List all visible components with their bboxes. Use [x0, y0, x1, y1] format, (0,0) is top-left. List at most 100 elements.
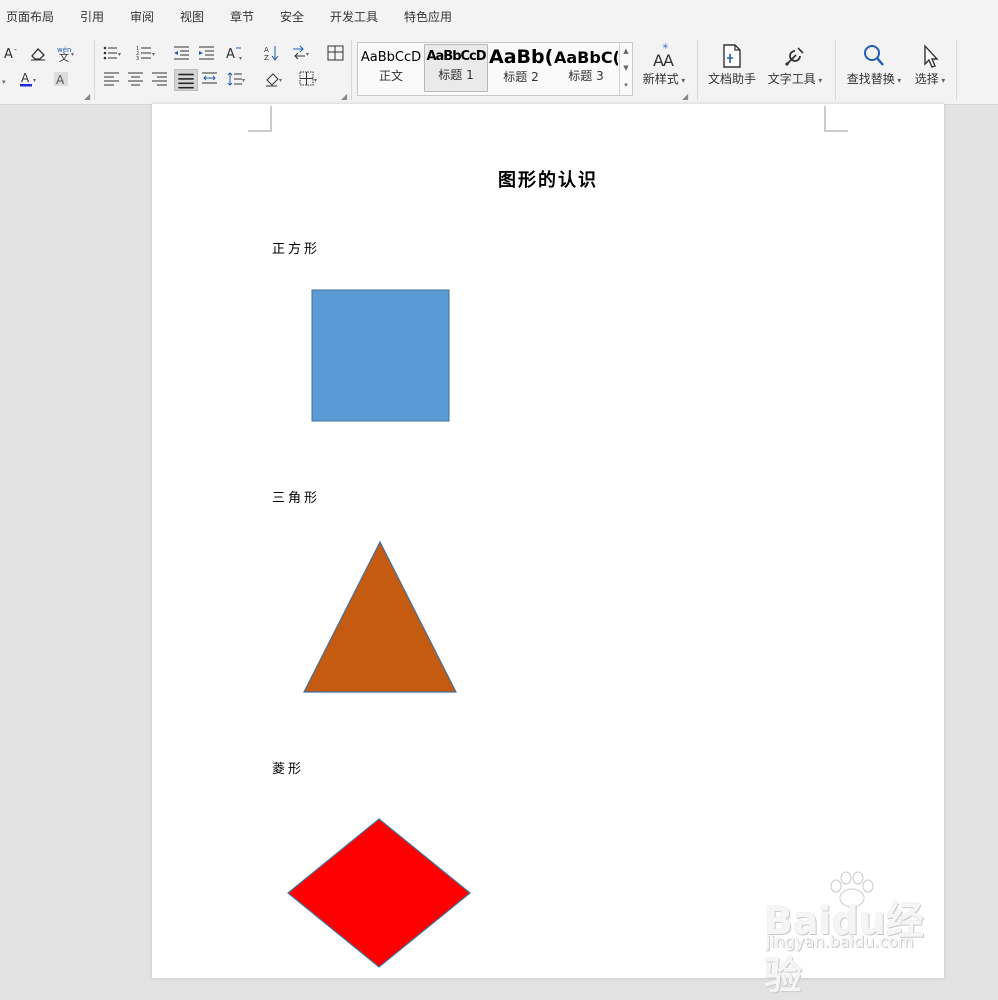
select-label: 选择 — [914, 72, 939, 86]
font-group-expand-icon[interactable]: ◢ — [84, 92, 90, 101]
menu-review[interactable]: 审阅 — [130, 8, 154, 25]
menu-view[interactable]: 视图 — [180, 8, 204, 25]
menu-section[interactable]: 章节 — [230, 8, 254, 25]
ribbon-separator — [956, 40, 957, 100]
dropdown-arrow-icon: ▾ — [938, 76, 946, 85]
margin-corner-mark — [248, 106, 272, 132]
decrease-font-icon[interactable]: A- — [2, 44, 22, 62]
borders-icon[interactable]: ▾ — [298, 70, 318, 88]
justify-icon[interactable] — [174, 69, 198, 91]
find-replace-label: 查找替换 — [846, 72, 895, 86]
select-button[interactable]: 选择 ▾ — [910, 42, 950, 87]
svg-text:A: A — [56, 73, 65, 87]
menu-developer-tools[interactable]: 开发工具 — [330, 8, 378, 25]
watermark-url: jingyan.baidu.com — [766, 932, 914, 951]
gallery-more-icon[interactable]: ▾ — [620, 77, 632, 94]
dropdown-arrow-icon: ▾ — [894, 76, 902, 85]
doc-helper-label: 文档助手 — [707, 72, 756, 86]
align-left-icon[interactable] — [102, 70, 122, 88]
sort-icon[interactable]: AZ — [262, 44, 282, 62]
svg-text:✳: ✳ — [662, 42, 669, 51]
menu-special-apps[interactable]: 特色应用 — [404, 8, 452, 25]
style-preview: AaBbC( — [554, 48, 618, 67]
svg-text:A: A — [226, 47, 235, 62]
text-tools-button[interactable]: 文字工具 ▾ — [764, 42, 826, 87]
text-direction-icon[interactable]: A ▾ — [224, 44, 244, 62]
style-preview: AaBb( — [489, 46, 553, 68]
eraser-icon[interactable] — [28, 44, 48, 62]
new-style-icon: ✳ A A — [650, 42, 678, 70]
square-shape[interactable] — [311, 289, 451, 423]
style-heading-2[interactable]: AaBb( 标题 2 — [489, 44, 553, 92]
bullet-list-icon[interactable]: ▾ — [102, 44, 122, 62]
style-group-expand-icon[interactable]: ◢ — [682, 92, 688, 101]
style-preview: AaBbCcD — [426, 49, 486, 64]
new-style-button[interactable]: ✳ A A 新样式 ▾ — [638, 42, 690, 87]
menu-page-layout[interactable]: 页面布局 — [6, 8, 54, 25]
margin-corner-mark — [824, 106, 848, 132]
distributed-align-icon[interactable] — [200, 70, 220, 88]
paragraph-group-expand-icon[interactable]: ◢ — [341, 92, 347, 101]
section-label-triangle[interactable]: 三角形 — [272, 487, 320, 506]
svg-text:▾: ▾ — [71, 51, 74, 58]
svg-text:3: 3 — [136, 56, 139, 62]
dropdown-arrow-icon: ▾ — [678, 76, 686, 85]
svg-text:-: - — [14, 45, 17, 54]
svg-text:文: 文 — [59, 51, 69, 62]
document-page[interactable]: 图形的认识 正方形 三角形 菱形 — [152, 104, 944, 978]
style-gallery: AaBbCcD 正文 AaBbCcD 标题 1 AaBb( 标题 2 AaBbC… — [357, 42, 633, 96]
svg-text:▾: ▾ — [279, 77, 282, 84]
character-shading-icon[interactable]: A — [52, 70, 72, 88]
style-heading-1[interactable]: AaBbCcD 标题 1 — [424, 44, 488, 92]
scroll-up-icon[interactable]: ▲ — [620, 43, 632, 60]
dropdown-arrow-icon[interactable]: ▾ — [0, 72, 20, 90]
style-label: 标题 1 — [438, 68, 474, 82]
ribbon-separator — [351, 40, 352, 100]
svg-text:▾: ▾ — [239, 55, 242, 62]
section-label-square[interactable]: 正方形 — [272, 238, 320, 257]
menu-references[interactable]: 引用 — [80, 8, 104, 25]
svg-text:Z: Z — [264, 54, 269, 62]
increase-indent-icon[interactable] — [197, 44, 217, 62]
numbered-list-icon[interactable]: 1 2 3 ▾ — [136, 44, 156, 62]
menu-bar: 页面布局 引用 审阅 视图 章节 安全 开发工具 特色应用 — [0, 0, 998, 34]
align-right-icon[interactable] — [150, 70, 170, 88]
font-color-icon[interactable]: A ▾ — [18, 70, 38, 88]
svg-text:▾: ▾ — [152, 51, 155, 58]
section-label-rhombus[interactable]: 菱形 — [272, 758, 304, 777]
style-label: 标题 3 — [568, 69, 604, 83]
decrease-indent-icon[interactable] — [172, 44, 192, 62]
doc-helper-button[interactable]: 文档助手 — [704, 42, 760, 87]
svg-text:▾: ▾ — [33, 77, 36, 84]
shading-fill-icon[interactable]: ▾ — [264, 70, 284, 88]
align-center-icon[interactable] — [126, 70, 146, 88]
cursor-arrow-icon — [916, 42, 944, 70]
ribbon-separator — [835, 40, 836, 100]
pinyin-guide-icon[interactable]: wén 文 ▾ — [56, 44, 76, 62]
baidu-watermark: Baidu经验 jingyan.baidu.com — [760, 870, 950, 998]
table-layout-icon[interactable] — [326, 44, 346, 62]
svg-text:▾: ▾ — [118, 51, 121, 58]
triangle-shape[interactable] — [302, 540, 458, 694]
svg-text:▾: ▾ — [242, 77, 245, 84]
document-title[interactable]: 图形的认识 — [152, 166, 944, 192]
scroll-down-icon[interactable]: ▼ — [620, 60, 632, 77]
style-heading-3[interactable]: AaBbC( 标题 3 — [554, 44, 618, 92]
find-replace-button[interactable]: 查找替换 ▾ — [843, 42, 905, 87]
line-spacing-icon[interactable]: ▾ — [226, 70, 246, 88]
line-spacing-swap-icon[interactable]: ▾ — [290, 44, 310, 62]
style-gallery-scrollbar[interactable]: ▲ ▼ ▾ — [619, 43, 632, 95]
new-style-label: 新样式 — [642, 72, 679, 86]
svg-text:▾: ▾ — [314, 77, 317, 84]
rhombus-shape[interactable] — [286, 817, 472, 969]
dropdown-arrow-icon: ▾ — [815, 76, 823, 85]
svg-text:A: A — [21, 71, 30, 85]
menu-security[interactable]: 安全 — [280, 8, 304, 25]
style-label: 标题 2 — [503, 70, 539, 84]
ribbon-separator — [94, 40, 95, 100]
style-normal[interactable]: AaBbCcD 正文 — [359, 44, 423, 92]
style-label: 正文 — [378, 69, 403, 83]
document-assistant-icon — [718, 42, 746, 70]
style-preview: AaBbCcD — [360, 50, 422, 65]
svg-text:▾: ▾ — [306, 51, 309, 58]
